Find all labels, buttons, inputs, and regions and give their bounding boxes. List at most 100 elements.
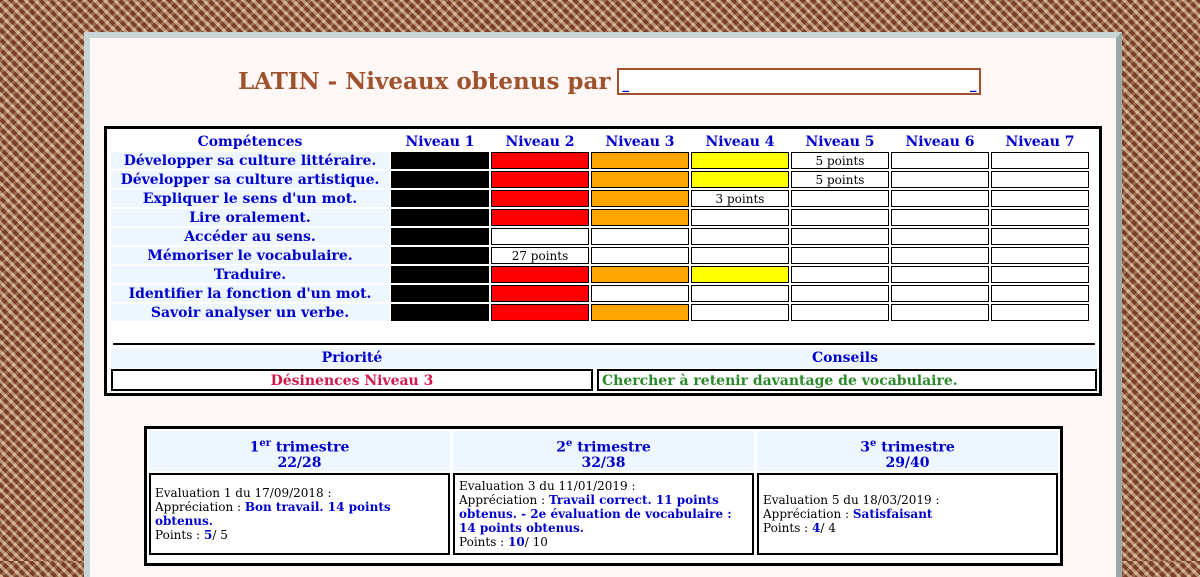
advice-body: Désinences Niveau 3 Chercher à retenir d… — [111, 369, 1097, 391]
level-cell — [491, 171, 589, 188]
table-row: Développer sa culture artistique. 5 poin… — [111, 171, 1089, 188]
level-cell — [391, 190, 489, 207]
evaluation-box: Evaluation 1 du 17/09/2018 : Appréciatio… — [149, 473, 450, 555]
points-line: Points : 4/ 4 — [763, 521, 1052, 535]
competence-label: Accéder au sens. — [111, 228, 389, 245]
level-cell — [991, 247, 1089, 264]
competence-label: Développer sa culture artistique. — [111, 171, 389, 188]
levels-grid: Compétences Niveau 1 Niveau 2 Niveau 3 N… — [109, 131, 1091, 323]
advice-value: Chercher à retenir davantage de vocabula… — [597, 369, 1097, 391]
trimester-score: 22/28 — [277, 454, 322, 471]
competence-label: Lire oralement. — [111, 209, 389, 226]
competences-table: Compétences Niveau 1 Niveau 2 Niveau 3 N… — [104, 126, 1102, 396]
level-cell — [891, 171, 989, 188]
header-niveau-5: Niveau 5 — [805, 133, 875, 150]
level-cell — [991, 228, 1089, 245]
level-cell — [791, 228, 889, 245]
points-label: Points : — [459, 535, 509, 549]
trimester-suffix: e — [869, 438, 877, 449]
trimester-number: 1 — [249, 439, 260, 456]
priority-heading: Priorité — [111, 348, 593, 368]
level-cell — [391, 209, 489, 226]
trimesters-table: 1er trimestre 22/28 2e trimestre 32/38 3… — [144, 426, 1063, 566]
evaluation-box: Evaluation 5 du 18/03/2019 : Appréciatio… — [757, 473, 1058, 555]
evaluation-date: Evaluation 3 du 11/01/2019 : — [459, 479, 636, 493]
level-cell — [991, 266, 1089, 283]
level-cell — [691, 152, 789, 169]
level-cell — [591, 304, 689, 321]
competence-label: Savoir analyser un verbe. — [111, 304, 389, 321]
grid-header-row: Compétences Niveau 1 Niveau 2 Niveau 3 N… — [111, 133, 1089, 150]
level-cell — [591, 209, 689, 226]
trimester-score: 29/40 — [885, 454, 930, 471]
appreciation-line: Appréciation : Travail correct. 11 point… — [459, 493, 748, 535]
points-max: / 5 — [212, 528, 228, 542]
competence-label: Mémoriser le vocabulaire. — [111, 247, 389, 264]
level-cell — [691, 285, 789, 302]
points-max: / 4 — [820, 521, 836, 535]
points-label: Points : — [155, 528, 205, 542]
points-label: Points : — [763, 521, 813, 535]
level-cell — [691, 209, 789, 226]
level-cell — [591, 247, 689, 264]
level-cell — [491, 304, 589, 321]
advice-section: Priorité Conseils Désinences Niveau 3 Ch… — [111, 343, 1097, 391]
level-cell — [591, 171, 689, 188]
header-niveau-7: Niveau 7 — [1005, 133, 1075, 150]
level-cell — [991, 304, 1089, 321]
competence-label: Identifier la fonction d'un mot. — [111, 285, 389, 302]
header-competences: Compétences — [197, 133, 303, 150]
level-cell — [391, 304, 489, 321]
level-cell — [591, 190, 689, 207]
level-cell — [491, 285, 589, 302]
level-cell — [591, 228, 689, 245]
student-name-field[interactable]: _ _ — [616, 68, 981, 95]
level-cell — [791, 285, 889, 302]
competence-label: Expliquer le sens d'un mot. — [111, 190, 389, 207]
level-cell — [391, 228, 489, 245]
evaluation-box: Evaluation 3 du 11/01/2019 : Appréciatio… — [453, 473, 754, 555]
name-left: _ — [622, 78, 630, 93]
level-cell — [491, 190, 589, 207]
trimester-suffix: er — [259, 438, 271, 449]
page-title: LATIN - Niveaux obtenus par _ _ — [238, 68, 981, 95]
title-text: LATIN - Niveaux obtenus par — [238, 68, 611, 95]
points-max: / 10 — [524, 535, 548, 549]
appreciation-line: Appréciation : Satisfaisant — [763, 507, 1052, 521]
evaluation-date: Evaluation 1 du 17/09/2018 : — [155, 486, 332, 500]
level-cell — [891, 304, 989, 321]
points-cell: 27 points — [491, 247, 589, 264]
level-cell — [691, 304, 789, 321]
name-right: _ — [970, 78, 977, 93]
level-cell — [691, 266, 789, 283]
level-cell — [591, 285, 689, 302]
points-line: Points : 10/ 10 — [459, 535, 748, 549]
level-cell — [991, 190, 1089, 207]
competence-label: Traduire. — [111, 266, 389, 283]
trimester-3-heading: 3e trimestre 29/40 — [757, 431, 1058, 471]
level-cell — [491, 266, 589, 283]
header-niveau-3: Niveau 3 — [605, 133, 675, 150]
level-cell — [391, 152, 489, 169]
trimester-label: trimestre — [275, 439, 350, 456]
trimester-score: 32/38 — [581, 454, 626, 471]
points-cell: 3 points — [691, 190, 789, 207]
table-row: Lire oralement. — [111, 209, 1089, 226]
trimester-suffix: e — [565, 438, 573, 449]
advice-heading: Conseils — [593, 348, 1097, 368]
points-cell: 5 points — [791, 152, 889, 169]
advice-header: Priorité Conseils — [111, 348, 1097, 368]
points-line: Points : 5/ 5 — [155, 528, 444, 542]
level-cell — [991, 152, 1089, 169]
appreciation-line: Appréciation : Bon travail. 14 points ob… — [155, 500, 444, 528]
competence-label: Développer sa culture littéraire. — [111, 152, 389, 169]
trimester-number: 3 — [860, 439, 870, 456]
level-cell — [791, 247, 889, 264]
trimester-number: 2 — [556, 439, 566, 456]
level-cell — [491, 228, 589, 245]
level-cell — [891, 285, 989, 302]
table-row: Mémoriser le vocabulaire. 27 points — [111, 247, 1089, 264]
level-cell — [991, 209, 1089, 226]
level-cell — [891, 247, 989, 264]
points-value: 10 — [508, 535, 525, 549]
